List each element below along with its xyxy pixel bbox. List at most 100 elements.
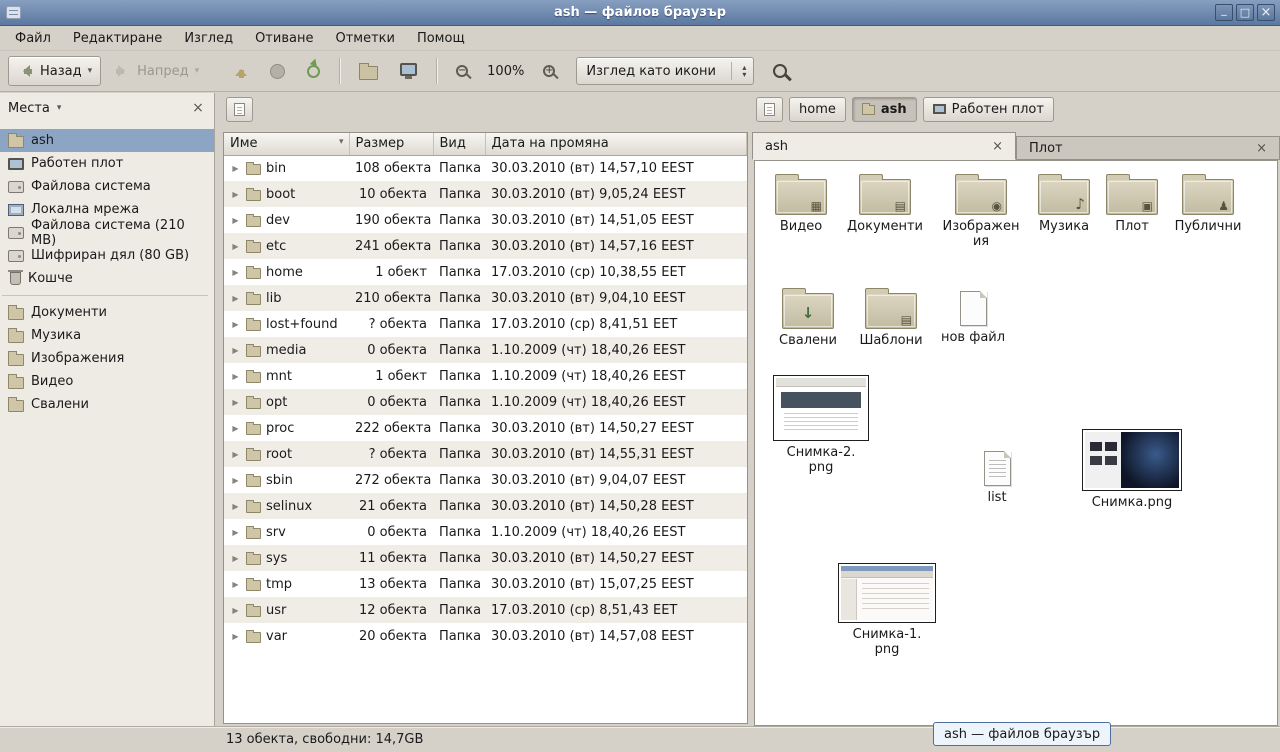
table-row[interactable]: srv 0 обекта Папка 1.10.2009 (чт) 18,40,… <box>224 519 747 545</box>
table-row[interactable]: dev 190 обекта Папка 30.03.2010 (вт) 14,… <box>224 207 747 233</box>
expander-icon[interactable] <box>230 632 241 641</box>
icon-item-documents[interactable]: Документи <box>841 169 929 235</box>
icon-item-pictures[interactable]: Изображен ия <box>939 169 1023 250</box>
sidebar-item[interactable]: Изображения <box>0 347 214 370</box>
column-header-type[interactable]: Вид <box>433 133 485 155</box>
table-row[interactable]: tmp 13 обекта Папка 30.03.2010 (вт) 15,0… <box>224 571 747 597</box>
zoom-in-button[interactable] <box>534 56 564 86</box>
tab-ash[interactable]: ash <box>752 132 1016 160</box>
column-header-date[interactable]: Дата на промяна <box>485 133 747 155</box>
menu-item[interactable]: Файл <box>4 28 62 49</box>
expander-icon[interactable] <box>230 606 241 615</box>
icon-item-new-file[interactable]: нов файл <box>939 283 1007 346</box>
table-row[interactable]: selinux 21 обекта Папка 30.03.2010 (вт) … <box>224 493 747 519</box>
table-row[interactable]: etc 241 обекта Папка 30.03.2010 (вт) 14,… <box>224 233 747 259</box>
expander-icon[interactable] <box>230 294 241 303</box>
menu-item[interactable]: Редактиране <box>62 28 173 49</box>
forward-button[interactable]: Напред <box>105 56 208 86</box>
expander-icon[interactable] <box>230 242 241 251</box>
menu-item[interactable]: Отиване <box>244 28 324 49</box>
table-row[interactable]: lost+found ? обекта Папка 17.03.2010 (ср… <box>224 311 747 337</box>
icon-item-desktop-folder[interactable]: Плот <box>1103 169 1161 235</box>
expander-icon[interactable] <box>230 502 241 511</box>
icon-item-downloads[interactable]: Свалени <box>773 283 843 349</box>
sidebar-item[interactable]: Музика <box>0 324 214 347</box>
tab-plot[interactable]: Плот <box>1016 136 1280 160</box>
expander-icon[interactable] <box>230 190 241 199</box>
view-mode-select[interactable]: Изглед като икони <box>576 57 754 85</box>
table-row[interactable]: var 20 обекта Папка 30.03.2010 (вт) 14,5… <box>224 623 747 649</box>
taskbar-window-button[interactable]: ash — файлов браузър <box>933 722 1111 746</box>
table-row[interactable]: opt 0 обекта Папка 1.10.2009 (чт) 18,40,… <box>224 389 747 415</box>
sidebar-item[interactable]: Файлова система (210 MB) <box>0 221 214 244</box>
zoom-out-button[interactable] <box>447 56 477 86</box>
location-icon-button[interactable] <box>226 97 253 122</box>
sidebar-close-button[interactable] <box>190 100 206 116</box>
back-button[interactable]: Назад <box>8 56 101 86</box>
home-button[interactable] <box>350 56 387 86</box>
table-row[interactable]: bin 108 обекта Папка 30.03.2010 (вт) 14,… <box>224 155 747 181</box>
breadcrumb-desktop[interactable]: Работен плот <box>923 97 1054 122</box>
icon-item-list[interactable]: list <box>973 443 1021 506</box>
sidebar-item[interactable]: Видео <box>0 370 214 393</box>
table-row[interactable]: boot 10 обекта Папка 30.03.2010 (вт) 9,0… <box>224 181 747 207</box>
maximize-button[interactable] <box>1236 4 1254 21</box>
menu-item[interactable]: Отметки <box>324 28 405 49</box>
column-header-size[interactable]: Размер <box>349 133 433 155</box>
reload-button[interactable] <box>298 56 329 86</box>
icon-item-music[interactable]: Музика <box>1031 169 1097 235</box>
expander-icon[interactable] <box>230 372 241 381</box>
column-header-name[interactable]: Име <box>224 133 349 155</box>
sidebar-selector-icon[interactable] <box>57 103 62 113</box>
table-row[interactable]: lib 210 обекта Папка 30.03.2010 (вт) 9,0… <box>224 285 747 311</box>
sidebar-item[interactable]: Кошче <box>0 267 214 290</box>
breadcrumb-ash[interactable]: ash <box>852 97 917 122</box>
sidebar-item[interactable]: Документи <box>0 301 214 324</box>
icon-item-templates[interactable]: Шаблони <box>855 283 927 349</box>
expander-icon[interactable] <box>230 320 241 329</box>
tab-close-icon[interactable] <box>1256 141 1267 156</box>
sidebar-item[interactable]: Файлова система <box>0 175 214 198</box>
breadcrumb-home[interactable]: home <box>789 97 846 122</box>
search-button[interactable] <box>764 56 796 86</box>
expander-icon[interactable] <box>230 424 241 433</box>
icon-item-video[interactable]: Видео <box>767 169 835 235</box>
close-button[interactable] <box>1257 4 1275 21</box>
menu-item[interactable]: Помощ <box>406 28 476 49</box>
expander-icon[interactable] <box>230 450 241 459</box>
expander-icon[interactable] <box>230 216 241 225</box>
expander-icon[interactable] <box>230 528 241 537</box>
sidebar-title[interactable]: Места <box>8 101 50 116</box>
back-dropdown-icon[interactable] <box>88 66 93 76</box>
stop-button[interactable] <box>261 56 294 86</box>
table-row[interactable]: mnt 1 обект Папка 1.10.2009 (чт) 18,40,2… <box>224 363 747 389</box>
icon-item-snimka-1[interactable]: Снимка-1. png <box>833 563 941 658</box>
sidebar-item[interactable]: Работен плот <box>0 152 214 175</box>
table-row[interactable]: sys 11 обекта Папка 30.03.2010 (вт) 14,5… <box>224 545 747 571</box>
expander-icon[interactable] <box>230 554 241 563</box>
sidebar-item[interactable]: ash <box>0 129 214 152</box>
table-row[interactable]: proc 222 обекта Папка 30.03.2010 (вт) 14… <box>224 415 747 441</box>
sidebar-item[interactable]: Свалени <box>0 393 214 416</box>
expander-icon[interactable] <box>230 476 241 485</box>
expander-icon[interactable] <box>230 164 241 173</box>
expander-icon[interactable] <box>230 398 241 407</box>
table-row[interactable]: usr 12 обекта Папка 17.03.2010 (ср) 8,51… <box>224 597 747 623</box>
table-row[interactable]: home 1 обект Папка 17.03.2010 (ср) 10,38… <box>224 259 747 285</box>
tab-close-icon[interactable] <box>992 139 1003 154</box>
up-button[interactable] <box>226 56 257 86</box>
table-row[interactable]: sbin 272 обекта Папка 30.03.2010 (вт) 9,… <box>224 467 747 493</box>
computer-button[interactable] <box>391 56 426 86</box>
table-row[interactable]: root ? обекта Папка 30.03.2010 (вт) 14,5… <box>224 441 747 467</box>
expander-icon[interactable] <box>230 580 241 589</box>
minimize-button[interactable] <box>1215 4 1233 21</box>
icon-item-public[interactable]: Публични <box>1169 169 1247 235</box>
table-row[interactable]: media 0 обекта Папка 1.10.2009 (чт) 18,4… <box>224 337 747 363</box>
menu-item[interactable]: Изглед <box>173 28 244 49</box>
expander-icon[interactable] <box>230 268 241 277</box>
sidebar-item[interactable]: Шифриран дял (80 GB) <box>0 244 214 267</box>
location-icon-button[interactable] <box>756 97 783 122</box>
icon-item-snimka[interactable]: Снимка.png <box>1077 429 1187 511</box>
expander-icon[interactable] <box>230 346 241 355</box>
icon-item-snimka-2[interactable]: Снимка-2. png <box>767 375 875 476</box>
